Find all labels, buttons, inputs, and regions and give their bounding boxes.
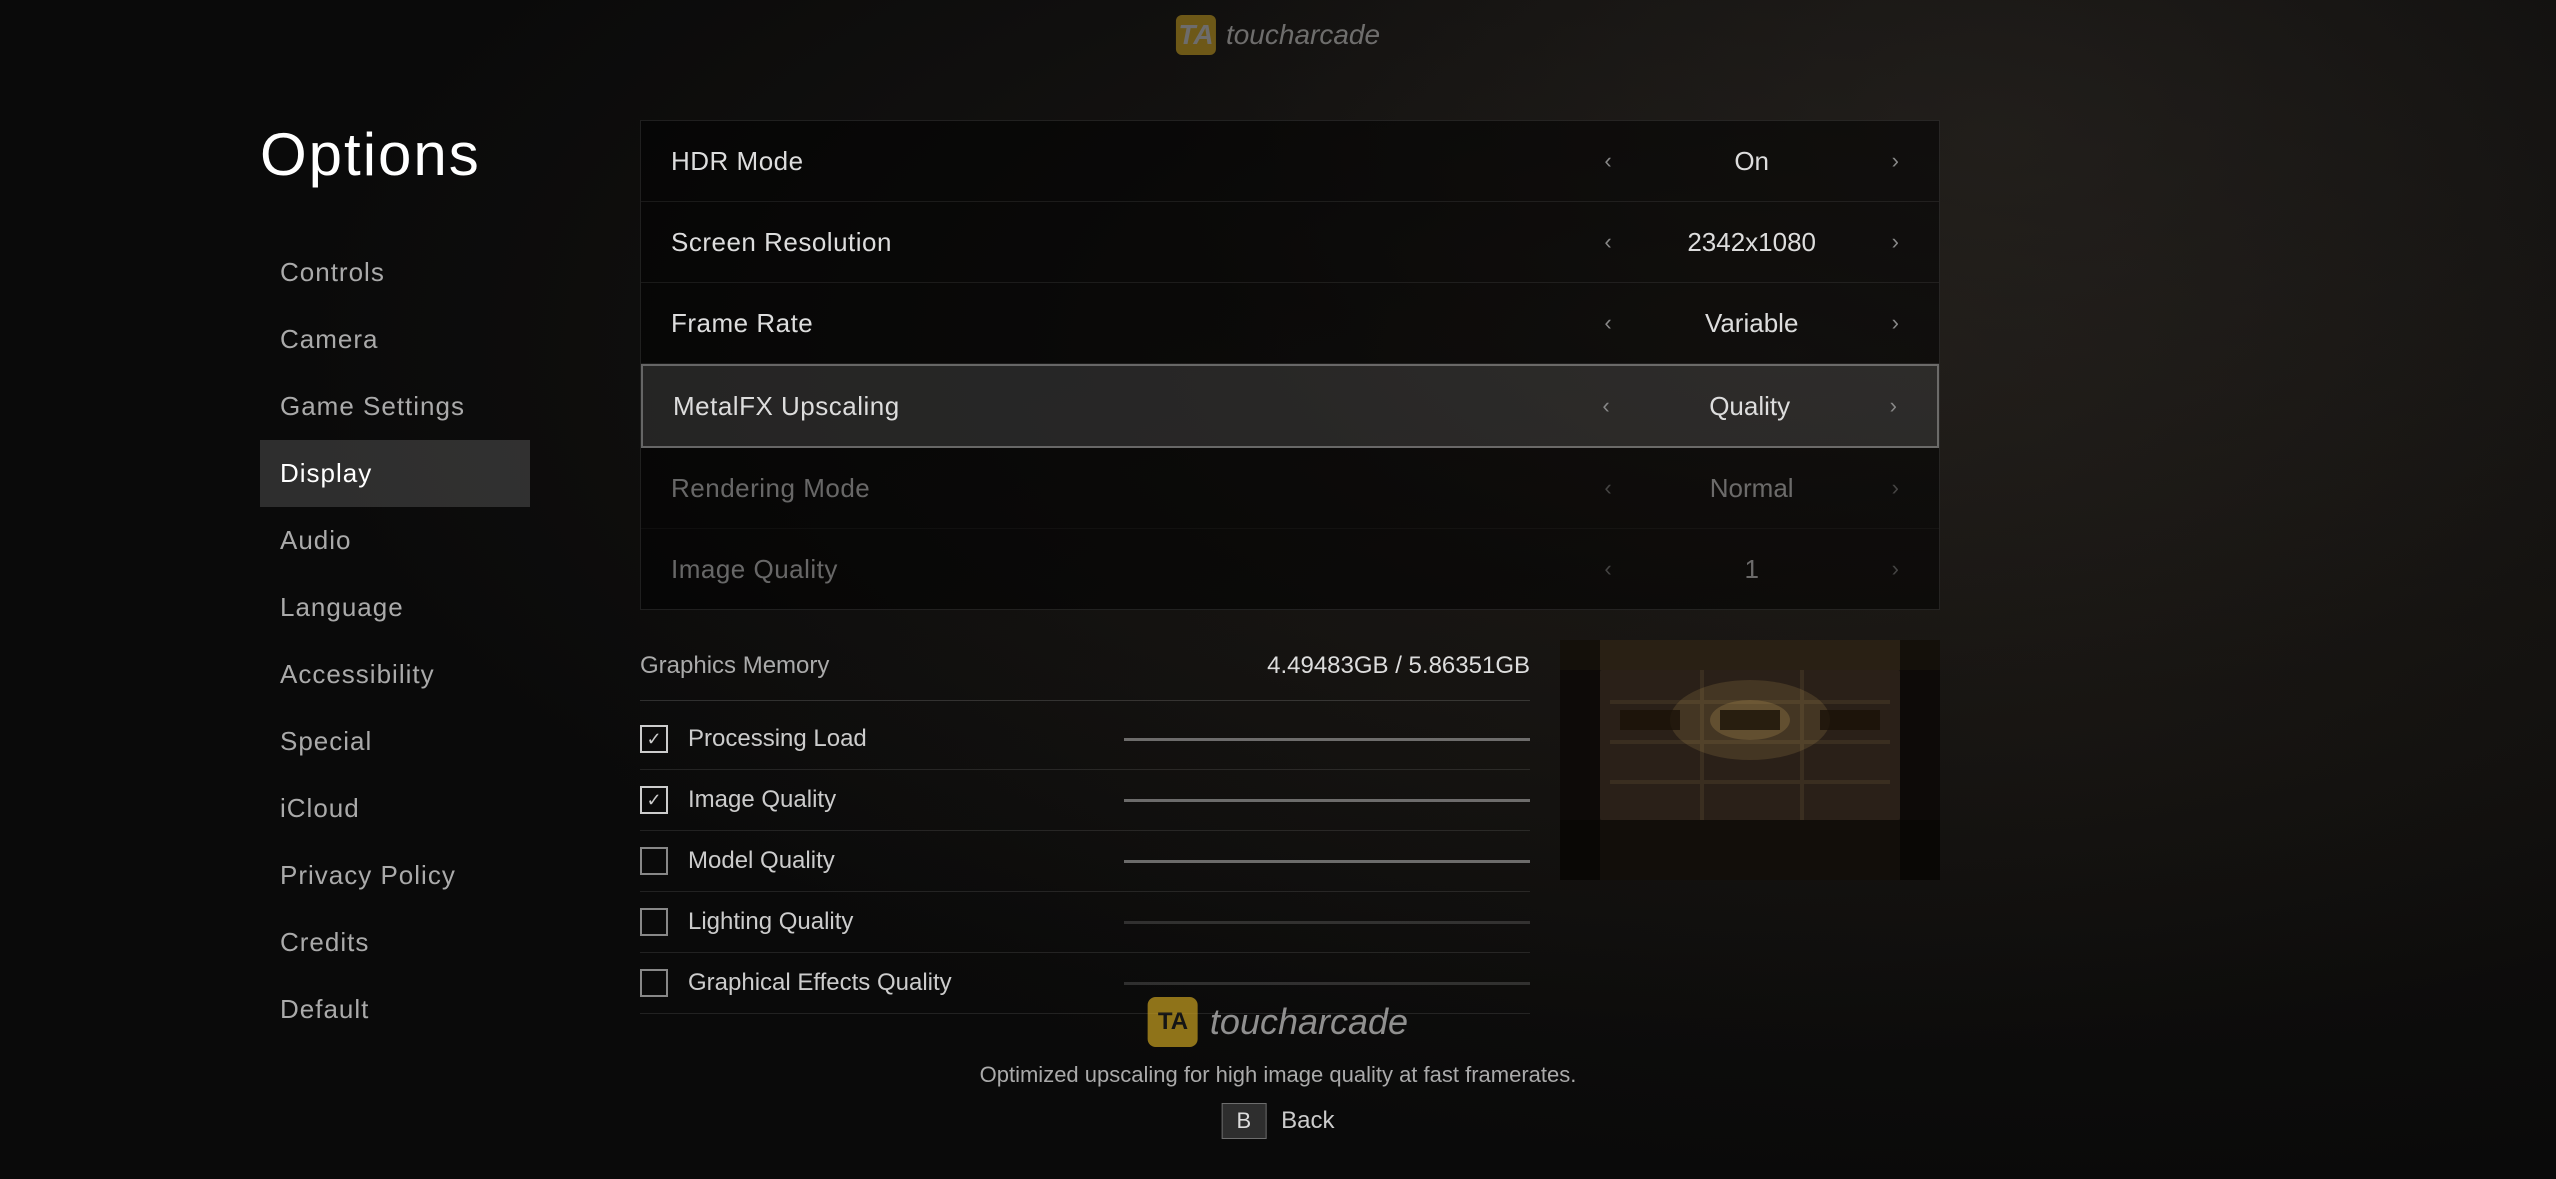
sidebar-item-privacy-policy[interactable]: Privacy Policy [260, 842, 530, 909]
metalfx-upscaling-value: Quality [1640, 391, 1860, 422]
image-quality-prev[interactable]: ‹ [1594, 551, 1621, 587]
checkboxes-panel: Graphics Memory 4.49483GB / 5.86351GB ✓ … [640, 640, 1530, 1014]
back-label[interactable]: Back [1281, 1107, 1334, 1135]
setting-image-quality[interactable]: Image Quality ‹ 1 › [641, 529, 1939, 609]
image-quality-control: ‹ 1 › [1594, 551, 1909, 587]
setting-frame-rate[interactable]: Frame Rate ‹ Variable › [641, 283, 1939, 364]
image-quality-check-icon: ✓ [646, 790, 661, 811]
model-quality-checkbox[interactable] [640, 847, 668, 875]
processing-load-label: Processing Load [688, 725, 1094, 753]
sidebar-item-camera[interactable]: Camera [260, 306, 530, 373]
screen-resolution-control: ‹ 2342x1080 › [1594, 224, 1909, 260]
setting-hdr-mode[interactable]: HDR Mode ‹ On › [641, 121, 1939, 202]
checkbox-lighting-quality[interactable]: Lighting Quality [640, 892, 1530, 953]
hdr-mode-label: HDR Mode [671, 146, 1594, 177]
rendering-mode-next[interactable]: › [1882, 470, 1909, 506]
frame-rate-value: Variable [1642, 308, 1862, 339]
footer-description: Optimized upscaling for high image quali… [980, 1062, 1577, 1088]
setting-rendering-mode[interactable]: Rendering Mode ‹ Normal › [641, 448, 1939, 529]
sidebar-item-accessibility[interactable]: Accessibility [260, 641, 530, 708]
image-quality-value: 1 [1642, 554, 1862, 585]
metalfx-upscaling-label: MetalFX Upscaling [673, 391, 1592, 422]
screen-resolution-value: 2342x1080 [1642, 227, 1862, 258]
metalfx-upscaling-control: ‹ Quality › [1592, 388, 1907, 424]
top-watermark: TA toucharcade [1176, 15, 1380, 55]
graphical-effects-checkbox[interactable] [640, 969, 668, 997]
ta-logo-icon: TA [1176, 15, 1216, 55]
graphics-memory-value: 4.49483GB / 5.86351GB [1267, 652, 1530, 680]
back-key[interactable]: B [1221, 1103, 1266, 1139]
frame-rate-label: Frame Rate [671, 308, 1594, 339]
graphical-effects-bar [1124, 982, 1530, 985]
checkbox-image-quality[interactable]: ✓ Image Quality [640, 770, 1530, 831]
graphics-memory-label: Graphics Memory [640, 652, 829, 680]
ta-brand-top: toucharcade [1226, 19, 1380, 51]
preview-panel [1560, 640, 1940, 1014]
rendering-mode-control: ‹ Normal › [1594, 470, 1909, 506]
image-quality-cb-label: Image Quality [688, 786, 1094, 814]
hdr-mode-value: On [1642, 146, 1862, 177]
sidebar: Options Controls Camera Game Settings Di… [0, 60, 580, 1179]
sidebar-item-display[interactable]: Display [260, 440, 530, 507]
sidebar-item-icloud[interactable]: iCloud [260, 775, 530, 842]
checkbox-model-quality[interactable]: Model Quality [640, 831, 1530, 892]
checkbox-processing-load[interactable]: ✓ Processing Load [640, 709, 1530, 770]
frame-rate-control: ‹ Variable › [1594, 305, 1909, 341]
screen-resolution-next[interactable]: › [1882, 224, 1909, 260]
sidebar-item-audio[interactable]: Audio [260, 507, 530, 574]
sidebar-item-special[interactable]: Special [260, 708, 530, 775]
setting-screen-resolution[interactable]: Screen Resolution ‹ 2342x1080 › [641, 202, 1939, 283]
setting-metalfx-upscaling[interactable]: MetalFX Upscaling ‹ Quality › [641, 364, 1939, 448]
sidebar-item-credits[interactable]: Credits [260, 909, 530, 976]
sidebar-item-language[interactable]: Language [260, 574, 530, 641]
lighting-quality-bar [1124, 921, 1530, 924]
screen-resolution-prev[interactable]: ‹ [1594, 224, 1621, 260]
footer-ta-logo: TA [1148, 997, 1198, 1047]
model-quality-bar [1124, 860, 1530, 863]
image-quality-label: Image Quality [671, 554, 1594, 585]
frame-rate-next[interactable]: › [1882, 305, 1909, 341]
model-quality-label: Model Quality [688, 847, 1094, 875]
hdr-mode-control: ‹ On › [1594, 143, 1909, 179]
metalfx-upscaling-next[interactable]: › [1880, 388, 1907, 424]
image-quality-bar [1124, 799, 1530, 802]
sidebar-item-game-settings[interactable]: Game Settings [260, 373, 530, 440]
lighting-quality-label: Lighting Quality [688, 908, 1094, 936]
processing-load-check-icon: ✓ [646, 729, 661, 750]
image-quality-next[interactable]: › [1882, 551, 1909, 587]
frame-rate-prev[interactable]: ‹ [1594, 305, 1621, 341]
hdr-mode-next[interactable]: › [1882, 143, 1909, 179]
screen-resolution-label: Screen Resolution [671, 227, 1594, 258]
footer-nav: B Back [1221, 1103, 1334, 1139]
bottom-section: Graphics Memory 4.49483GB / 5.86351GB ✓ … [640, 640, 1940, 1014]
graphics-memory-header: Graphics Memory 4.49483GB / 5.86351GB [640, 640, 1530, 701]
metalfx-upscaling-prev[interactable]: ‹ [1592, 388, 1619, 424]
footer-watermark: TA toucharcade [1148, 997, 1408, 1047]
rendering-mode-label: Rendering Mode [671, 473, 1594, 504]
hdr-mode-prev[interactable]: ‹ [1594, 143, 1621, 179]
processing-load-bar [1124, 738, 1530, 741]
footer: TA toucharcade Optimized upscaling for h… [980, 997, 1577, 1139]
footer-brand-name: toucharcade [1210, 1001, 1408, 1043]
rendering-mode-prev[interactable]: ‹ [1594, 470, 1621, 506]
image-quality-checkbox[interactable]: ✓ [640, 786, 668, 814]
sidebar-item-default[interactable]: Default [260, 976, 530, 1043]
lighting-quality-checkbox[interactable] [640, 908, 668, 936]
rendering-mode-value: Normal [1642, 473, 1862, 504]
processing-load-checkbox[interactable]: ✓ [640, 725, 668, 753]
page-title: Options [260, 120, 530, 189]
preview-image [1560, 640, 1940, 880]
settings-list: HDR Mode ‹ On › Screen Resolution ‹ 2342… [640, 120, 1940, 610]
graphical-effects-label: Graphical Effects Quality [688, 969, 1094, 997]
sidebar-item-controls[interactable]: Controls [260, 239, 530, 306]
